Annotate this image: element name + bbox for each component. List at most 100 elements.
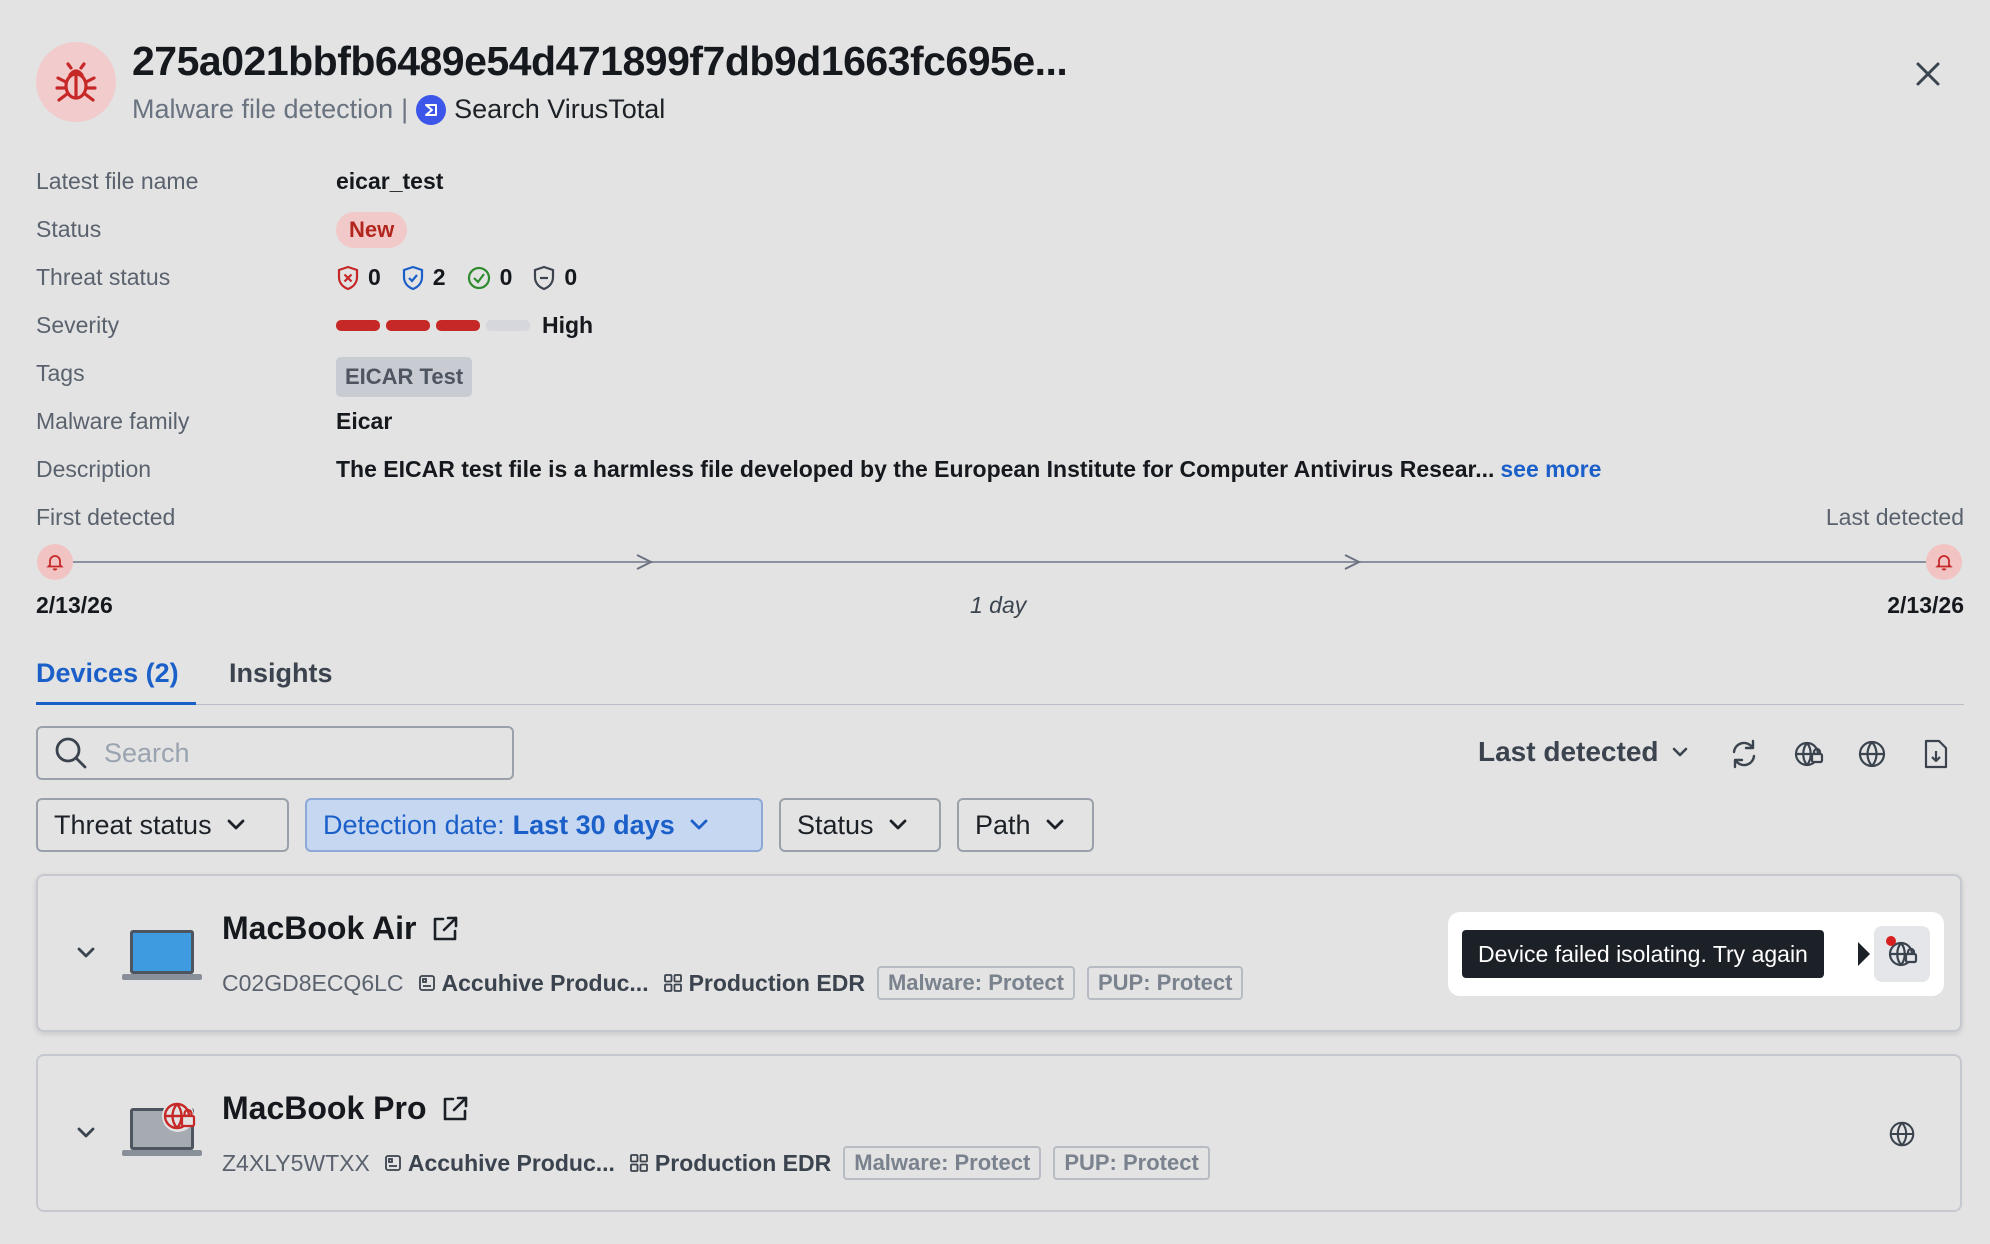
malware-policy-chip: Malware: Protect xyxy=(876,966,1075,1000)
latest-file-name-label: Latest file name xyxy=(36,168,199,194)
severity-segment xyxy=(386,320,430,331)
shield-check-icon xyxy=(402,265,423,290)
first-detected-bell-icon xyxy=(37,544,73,580)
malware-policy-chip: Malware: Protect xyxy=(843,1146,1042,1180)
expand-chevron-icon[interactable] xyxy=(68,1115,104,1151)
first-detected-label: First detected xyxy=(36,504,176,530)
severity-segment xyxy=(486,320,530,331)
search-input[interactable] xyxy=(102,736,486,770)
search-box[interactable] xyxy=(36,726,514,780)
chevron-down-icon xyxy=(1046,819,1063,830)
severity-segment xyxy=(436,320,480,331)
severity-segment xyxy=(336,320,380,331)
device-card xyxy=(36,1054,1962,1212)
active-tab-indicator xyxy=(36,702,196,705)
device-serial: Z4XLY5WTXX xyxy=(222,1149,370,1176)
error-indicator-dot xyxy=(1886,936,1896,946)
malware-family-label: Malware family xyxy=(36,408,190,434)
description-text: The EICAR test file is a harmless file d… xyxy=(336,456,1495,482)
check-circle-icon xyxy=(467,266,490,289)
description-label: Description xyxy=(36,456,152,482)
tags-value: EICAR Test xyxy=(336,357,473,397)
globe-icon[interactable] xyxy=(1880,1112,1924,1156)
severity-text: High xyxy=(542,312,594,338)
expand-chevron-icon[interactable] xyxy=(68,935,104,971)
pup-policy-chip: PUP: Protect xyxy=(1087,966,1244,1000)
sort-label: Last detected xyxy=(1478,736,1659,767)
sort-dropdown[interactable]: Last detected xyxy=(1478,736,1689,768)
timeline-arrow-icon xyxy=(636,554,654,570)
device-name: MacBook Air xyxy=(222,910,460,947)
threat-other-count: 0 xyxy=(532,264,577,291)
external-link-icon[interactable] xyxy=(430,914,460,944)
device-org: Accuhive Produc... xyxy=(384,1150,615,1177)
description-value: The EICAR test file is a harmless file d… xyxy=(336,456,1601,483)
threat-status-filter[interactable]: Threat status xyxy=(36,798,289,852)
network-isolate-icon[interactable] xyxy=(1786,732,1830,776)
tabs-divider xyxy=(36,704,1964,705)
chevron-down-icon xyxy=(1672,747,1687,757)
external-link-icon[interactable] xyxy=(440,1094,470,1124)
device-serial: C02GD8ECQ6LC xyxy=(222,969,404,996)
laptop-icon xyxy=(122,928,202,989)
latest-file-name-value: eicar_test xyxy=(336,168,444,194)
threat-status-counts: 0 2 0 0 xyxy=(336,264,597,291)
status-filter[interactable]: Status xyxy=(779,798,941,852)
device-name: MacBook Pro xyxy=(222,1090,470,1127)
isolated-laptop-icon xyxy=(122,1098,202,1165)
tooltip-arrow xyxy=(1858,942,1870,966)
first-detected-date: 2/13/26 xyxy=(36,592,113,618)
grid-icon xyxy=(630,1154,648,1172)
download-report-icon[interactable] xyxy=(1914,732,1958,776)
threat-active-count: 0 xyxy=(336,264,381,291)
tags-label: Tags xyxy=(36,360,85,386)
tag-chip: EICAR Test xyxy=(336,357,473,397)
shield-x-icon xyxy=(337,265,359,290)
detection-date-filter[interactable]: Detection date: Last 30 days xyxy=(305,798,763,852)
search-virustotal-link[interactable]: Search VirusTotal xyxy=(454,94,665,125)
close-icon[interactable] xyxy=(1906,52,1950,96)
timeline-duration: 1 day xyxy=(970,592,1027,618)
shield-outline-icon xyxy=(534,265,555,290)
subtitle: Malware file detection | Search VirusTot… xyxy=(132,94,665,125)
file-hash-title: 275a021bbfb6489e54d471899f7db9d1663fc695… xyxy=(132,38,1068,84)
device-meta: Z4XLY5WTXX Accuhive Produc... Production… xyxy=(222,1146,1210,1180)
search-icon xyxy=(55,737,87,769)
tab-insights[interactable]: Insights xyxy=(229,658,333,689)
device-org: Accuhive Produc... xyxy=(418,970,649,997)
severity-value: High xyxy=(336,312,593,339)
status-value: New xyxy=(336,212,408,248)
threat-blocked-count: 2 xyxy=(401,264,446,291)
organization-icon xyxy=(418,975,435,991)
status-badge: New xyxy=(336,212,408,248)
isolation-failed-tooltip: Device failed isolating. Try again xyxy=(1462,930,1824,978)
timeline-line xyxy=(60,561,1930,563)
threat-resolved-count: 0 xyxy=(466,264,512,291)
organization-icon xyxy=(384,1155,401,1171)
isolate-retry-button[interactable] xyxy=(1874,926,1930,982)
grid-icon xyxy=(663,974,682,992)
severity-bar xyxy=(336,320,536,331)
malware-bug-icon xyxy=(36,42,116,122)
tab-devices[interactable]: Devices (2) xyxy=(36,658,179,689)
device-policy-group: Production EDR xyxy=(663,970,865,997)
pup-policy-chip: PUP: Protect xyxy=(1053,1146,1210,1180)
malware-family-value: Eicar xyxy=(336,408,393,434)
globe-icon[interactable] xyxy=(1850,732,1894,776)
status-label: Status xyxy=(36,216,102,242)
path-filter[interactable]: Path xyxy=(957,798,1094,852)
device-policy-group: Production EDR xyxy=(629,1150,831,1177)
virustotal-icon xyxy=(416,94,447,125)
threat-status-label: Threat status xyxy=(36,264,171,290)
last-detected-date: 2/13/26 xyxy=(1887,592,1964,618)
last-detected-label: Last detected xyxy=(1825,504,1964,530)
refresh-icon[interactable] xyxy=(1722,732,1766,776)
severity-label: Severity xyxy=(36,312,120,338)
separator: | xyxy=(401,94,409,124)
see-more-link[interactable]: see more xyxy=(1500,456,1601,483)
chevron-down-icon xyxy=(227,819,244,830)
chevron-down-icon xyxy=(889,819,906,830)
timeline-arrow-icon xyxy=(1344,554,1362,570)
last-detected-bell-icon xyxy=(1926,544,1962,580)
chevron-down-icon xyxy=(690,819,708,830)
